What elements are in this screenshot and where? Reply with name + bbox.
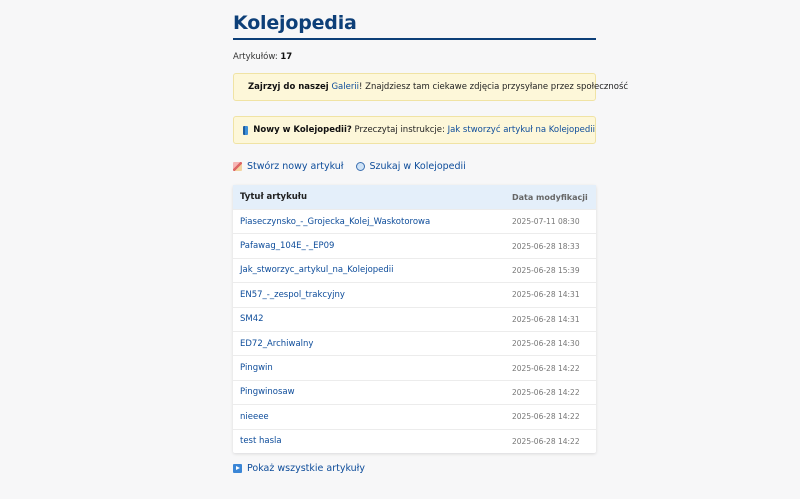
modified-date: 2025-06-28 14:22	[512, 387, 580, 397]
article-link[interactable]: Pafawag_104E_-_EP09	[233, 241, 512, 251]
arrow-right-icon	[233, 463, 242, 473]
table-row: Pingwin 2025-06-28 14:22	[233, 355, 596, 379]
articles-table: Tytuł artykułu Data modyfikacji Piaseczy…	[233, 185, 596, 453]
show-all-container: Pokaż wszystkie artykuły	[233, 463, 596, 474]
action-links: Stwórz nowy artykuł Szukaj w Kolejopedii	[233, 159, 596, 173]
column-date: Data modyfikacji	[512, 192, 588, 202]
article-link[interactable]: Pingwinosaw	[233, 387, 512, 397]
page-title: Kolejopedia	[233, 12, 357, 34]
gallery-link[interactable]: Galerii	[331, 82, 359, 92]
table-row: nieeee 2025-06-28 14:22	[233, 404, 596, 428]
table-row: ED72_Archiwalny 2025-06-28 14:30	[233, 330, 596, 355]
modified-date: 2025-06-28 14:31	[512, 314, 580, 324]
modified-date: 2025-06-28 14:31	[512, 290, 580, 300]
table-row: Jak_stworzyc_artykul_na_Kolejopedii 2025…	[233, 257, 596, 282]
article-link[interactable]: Pingwin	[233, 363, 512, 373]
pencil-icon	[233, 161, 242, 171]
newcomer-notice: Nowy w Kolejopedii? Przeczytaj instrukcj…	[233, 116, 596, 144]
modified-date: 2025-06-28 14:22	[512, 363, 580, 373]
newcomer-notice-text: Przeczytaj instrukcje:	[351, 125, 448, 135]
book-icon	[243, 125, 249, 135]
table-header: Tytuł artykułu Data modyfikacji	[233, 185, 596, 209]
table-row: Pafawag_104E_-_EP09 2025-06-28 18:33	[233, 233, 596, 257]
instructions-link[interactable]: Jak stworzyć artykuł na Kolejopedii	[448, 125, 595, 135]
table-row: test hasla 2025-06-28 14:22	[233, 428, 596, 453]
modified-date: 2025-07-11 08:30	[512, 217, 580, 227]
main-content: Kolejopedia Artykułów: 17 Zajrzyj do nas…	[233, 0, 628, 474]
article-link[interactable]: Piaseczynsko_-_Grojecka_Kolej_Waskotorow…	[233, 217, 512, 227]
search-label: Szukaj w Kolejopedii	[369, 160, 466, 172]
table-row: SM42 2025-06-28 14:31	[233, 306, 596, 331]
gallery-notice-text: ! Znajdziesz tam ciekawe zdjęcia przysył…	[359, 82, 629, 92]
article-link[interactable]: EN57_-_zespol_trakcyjny	[233, 290, 512, 300]
article-link[interactable]: nieeee	[233, 412, 512, 422]
title-divider	[233, 38, 596, 40]
article-count-label: Artykułów:	[233, 52, 278, 62]
table-row: Piaseczynsko_-_Grojecka_Kolej_Waskotorow…	[233, 209, 596, 233]
modified-date: 2025-06-28 18:33	[512, 241, 580, 251]
modified-date: 2025-06-28 14:22	[512, 436, 580, 446]
article-link[interactable]: Jak_stworzyc_artykul_na_Kolejopedii	[233, 265, 512, 275]
column-title: Tytuł artykułu	[240, 192, 307, 202]
article-link[interactable]: test hasla	[233, 436, 512, 446]
modified-date: 2025-06-28 15:39	[512, 265, 580, 275]
article-count-value: 17	[280, 52, 293, 62]
search-link[interactable]: Szukaj w Kolejopedii	[355, 160, 466, 172]
search-icon	[355, 161, 365, 171]
table-row: EN57_-_zespol_trakcyjny 2025-06-28 14:31	[233, 282, 596, 306]
create-article-link[interactable]: Stwórz nowy artykuł	[233, 161, 344, 172]
modified-date: 2025-06-28 14:22	[512, 412, 580, 422]
gallery-notice-bold: Zajrzyj do naszej	[248, 82, 329, 92]
create-article-label: Stwórz nowy artykuł	[247, 160, 344, 172]
article-link[interactable]: ED72_Archiwalny	[233, 339, 512, 349]
show-all-label: Pokaż wszystkie artykuły	[247, 462, 365, 474]
show-all-link[interactable]: Pokaż wszystkie artykuły	[233, 463, 365, 474]
article-count: Artykułów: 17	[233, 52, 596, 64]
gallery-notice: Zajrzyj do naszej Galerii! Znajdziesz ta…	[233, 73, 628, 101]
modified-date: 2025-06-28 14:30	[512, 339, 580, 349]
article-link[interactable]: SM42	[233, 314, 512, 324]
table-row: Pingwinosaw 2025-06-28 14:22	[233, 379, 596, 404]
newcomer-notice-bold: Nowy w Kolejopedii?	[253, 125, 352, 135]
